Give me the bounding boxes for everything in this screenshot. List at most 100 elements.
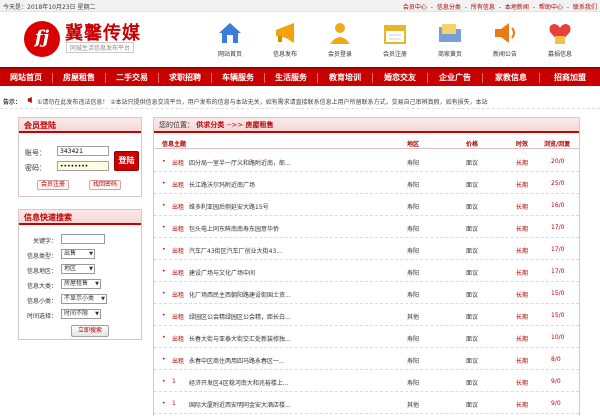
top-links: 会员中心 - 信息分类 - 所有信息 - 本地新闻 - 帮助中心 - 联系我们 [401,2,597,11]
row-area: 寿阳 [407,270,420,277]
info-major-label: 信息大类： [26,283,57,290]
forgot-password-button[interactable]: 找回密码 [89,180,122,190]
top-link-separator: - [566,4,570,11]
row-count: 17/0 [551,268,565,275]
nav-item-tutoring[interactable]: 家教信息 [483,69,539,86]
row-title-link[interactable]: 化厂场西民主西朝阳路建设街国土资... [189,290,291,299]
table-row[interactable]: • 出租 建设广场与文化广场中间 寿阳 面议 长期 17/0 [154,262,579,282]
nav-item-franchise[interactable]: 招商加盟 [540,69,600,86]
row-title-link[interactable]: 永春中区商住两用四马路永春区一... [189,356,285,365]
info-minor-select[interactable]: 不显示小类 ▼ [61,294,107,304]
row-count: 25/0 [551,180,565,187]
bullet-icon: • [162,378,166,385]
top-link-all-info[interactable]: 所有信息 [471,4,495,11]
account-input[interactable] [57,146,109,156]
row-count: 20/0 [551,158,565,165]
row-title-link[interactable]: 国际大厦附近西安明同金安大酒店楼... [189,400,291,409]
row-count: 9/0 [551,400,561,407]
row-title-link[interactable]: 包头电上同东眸南南寿东园意华侨 [189,224,279,233]
nav-item-jobs[interactable]: 求职招聘 [159,69,211,86]
bullet-icon: • [162,356,166,363]
password-label: 密码： [25,164,46,172]
speaker-icon [27,96,32,104]
nav-item-dating[interactable]: 婚恋交友 [373,69,427,86]
row-category: 出租 [172,204,185,211]
row-title-link[interactable]: 经济开发区4区稳河南大和兆裕楼上... [189,378,289,387]
row-title-link[interactable]: 建设广场与文化广场中间 [189,268,255,277]
chevron-down-icon: ▼ [101,296,105,302]
site-logo[interactable]: fj 冀馨传媒 同城生活信息发布平台 [24,17,174,59]
table-row[interactable]: • 出租 汽车厂43街区汽车厂创业大街43... 寿阳 面议 长期 17/0 [154,240,579,260]
row-title-link[interactable]: 四分局一室半一厅义和路附近南，郎... [189,158,291,167]
nav-item-vehicles[interactable]: 车辆服务 [212,69,264,86]
current-date: 今天是：2018年10月23日 星期二 [3,4,96,11]
nav-item-education[interactable]: 教育培训 [318,69,372,86]
bullet-icon: • [162,158,166,165]
password-input[interactable] [57,161,109,171]
table-row[interactable]: • 出租 四分局一室半一厅义和路附近南，郎... 寿阳 面议 长期 20/0 [154,152,579,172]
top-link-help[interactable]: 帮助中心 [539,4,563,11]
notice-bar: 告示： ①请勿在此发布违法信息！ ②本站只提供信息交流平台，用户发布的信息与本站… [0,93,600,109]
row-title-link[interactable]: 汽车厂43街区汽车厂创业大街43... [189,246,282,255]
row-price: 面议 [466,402,479,409]
breadcrumb-category[interactable]: 供求分类 [196,121,224,129]
top-link-local-news[interactable]: 本地新闻 [505,4,529,11]
quick-link-news[interactable]: 新闻公告 [485,20,525,65]
breadcrumb: 您的位置： 供求分类 -->> 房屋租售 [154,118,579,133]
quick-link-label: 信息发布 [272,51,297,58]
quick-link-yellow-pages[interactable]: 商家黄页 [430,20,470,65]
row-count: 8/0 [551,356,561,363]
chevron-down-icon: ▼ [89,266,93,272]
row-title-link[interactable]: 长江路沃尔玛附近南广场 [189,180,255,189]
quick-link-register[interactable]: 会员注册 [375,20,415,65]
nav-item-home[interactable]: 网站首页 [0,69,52,86]
info-major-select[interactable]: 房屋租售 ▼ [61,279,101,289]
table-row[interactable]: • 1 经济开发区4区稳河南大和兆裕楼上... 寿阳 面议 长期 9/0 [154,372,579,392]
row-area: 寿阳 [407,160,420,167]
speaker-icon [495,23,515,43]
quick-links: 网站首页 信息发布 会员登录 会员注册 商家黄页 新闻公告 募捐信息 [210,20,600,65]
quick-link-donation[interactable]: 募捐信息 [540,20,580,65]
row-area: 寿阳 [407,292,420,299]
row-count: 17/0 [551,224,565,231]
row-category: 出租 [172,358,185,365]
table-row[interactable]: • 出租 绿园区公会精绿园区公会精，距长白... 其他 面议 长期 15/0 [154,306,579,326]
row-title-link[interactable]: 长春大街与亚泰大街交汇处新装修独... [189,334,291,343]
row-area: 寿阳 [407,336,420,343]
login-title: 会员登陆 [19,118,141,133]
register-button[interactable]: 会员注册 [37,180,70,190]
nav-item-secondhand[interactable]: 二手交易 [106,69,158,86]
table-row[interactable]: • 出租 维多利亚园后侧延安大路15号 寿阳 面议 长期 16/0 [154,196,579,216]
info-area-select[interactable]: 地区 ▼ [61,264,95,274]
info-major-value: 房屋租售 [64,280,89,287]
login-button[interactable]: 登陆 [114,151,139,171]
table-row[interactable]: • 出租 长春大街与亚泰大街交汇处新装修独... 寿阳 面议 长期 10/0 [154,328,579,348]
bullet-icon: • [162,202,166,209]
row-title-link[interactable]: 绿园区公会精绿园区公会精，距长白... [189,312,291,321]
quick-link-login[interactable]: 会员登录 [320,20,360,65]
row-category: 1 [172,378,176,385]
table-row[interactable]: • 出租 长江路沃尔玛附近南广场 寿阳 面议 长期 25/0 [154,174,579,194]
keyword-input[interactable] [61,234,105,244]
table-row[interactable]: • 出租 永春中区商住两用四马路永春区一... 寿阳 面议 长期 8/0 [154,350,579,370]
top-link-categories[interactable]: 信息分类 [437,4,461,11]
row-time: 长期 [516,160,529,167]
table-row[interactable]: • 1 国际大厦附近西安明同金安大酒店楼... 其他 面议 长期 9/0 [154,394,579,414]
nav-item-business-ads[interactable]: 企业广告 [428,69,482,86]
quick-link-home[interactable]: 网站首页 [210,20,250,65]
top-link-contact[interactable]: 联系我们 [573,4,597,11]
nav-item-housing[interactable]: 房屋租售 [53,69,105,86]
bullet-icon: • [162,400,166,407]
info-type-select[interactable]: 出售 ▼ [61,249,95,259]
notice-text: ①请勿在此发布违法信息！ ②本站只提供信息交流平台，用户发布的信息与本站无关，如… [37,99,488,106]
nav-item-life-services[interactable]: 生活服务 [265,69,317,86]
table-row[interactable]: • 出租 化厂场西民主西朝阳路建设街国土资... 寿阳 面议 长期 15/0 [154,284,579,304]
row-title-link[interactable]: 维多利亚园后侧延安大路15号 [189,202,269,211]
time-select[interactable]: 时间不限 ▼ [61,309,101,319]
quick-link-post[interactable]: 信息发布 [265,20,305,65]
top-link-member-center[interactable]: 会员中心 [403,4,427,11]
search-submit-button[interactable]: 立即搜索 [71,325,109,337]
breadcrumb-current[interactable]: 房屋租售 [246,121,274,129]
login-panel: 会员登陆 账号： 密码： 登陆 会员注册 找回密码 [18,117,142,197]
table-row[interactable]: • 出租 包头电上同东眸南南寿东园意华侨 寿阳 面议 长期 17/0 [154,218,579,238]
